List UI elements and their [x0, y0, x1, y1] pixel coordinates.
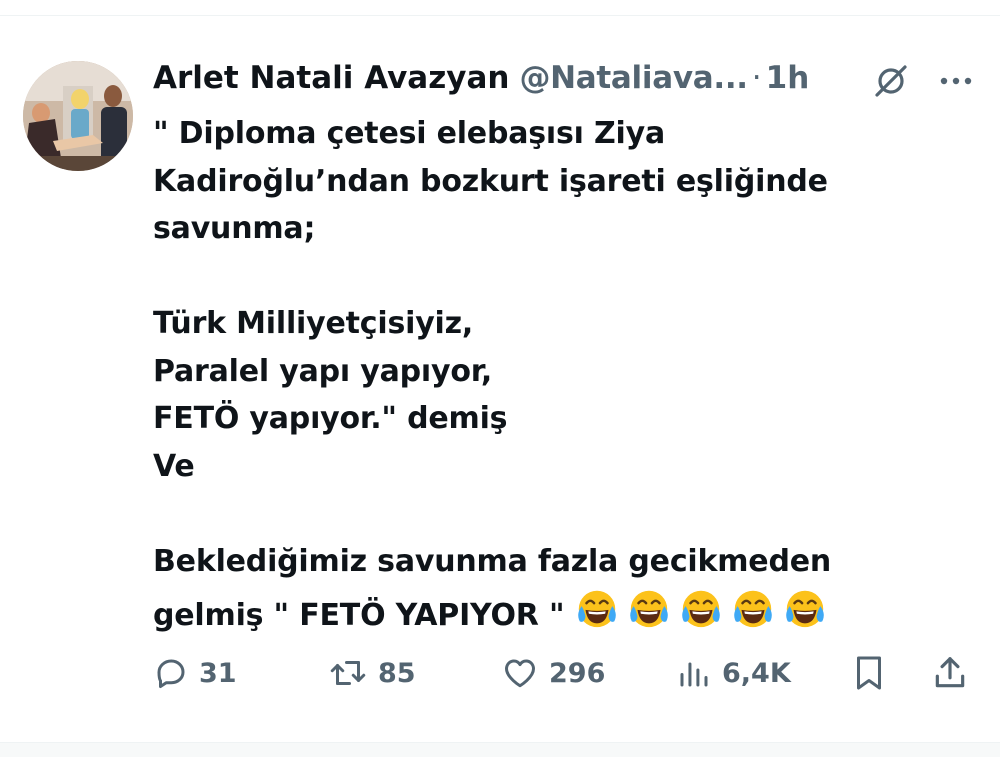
tweet-text-line: savunma;	[153, 211, 316, 246]
tweet-text-line: Paralel yapı yapıyor,	[153, 353, 493, 389]
tweet-text: " Diploma çetesi elebaşısı Ziya Kadiroğl…	[153, 110, 973, 633]
handle[interactable]: @Nataliava...	[519, 56, 748, 100]
tweet[interactable]: Arlet Natali Avazyan @Nataliava... · 1h …	[0, 16, 1000, 742]
tweet-text-last-line: gelmiş " FETÖ YAPIYOR "	[153, 585, 973, 633]
bottom-divider	[0, 742, 1000, 757]
more-icon[interactable]	[935, 60, 977, 102]
share-button[interactable]	[931, 648, 969, 698]
tweet-text-line	[153, 253, 973, 301]
views-icon	[680, 662, 708, 687]
reply-count: 31	[199, 657, 237, 689]
like-button[interactable]: 296	[501, 648, 605, 698]
tweet-text-line: Ve	[153, 448, 195, 484]
grok-icon[interactable]	[870, 60, 912, 102]
repost-icon	[330, 661, 366, 685]
heart-icon	[505, 659, 535, 688]
tweet-text-line: Türk Milliyetçisiyiz,	[153, 306, 474, 341]
face-with-tears-of-joy-icon	[782, 585, 828, 631]
tweet-text-line: gelmiş " FETÖ YAPIYOR "	[153, 598, 565, 633]
share-icon	[935, 657, 965, 688]
bookmark-button[interactable]	[851, 648, 887, 698]
top-divider	[0, 0, 1000, 16]
emoji-row	[574, 585, 828, 631]
repost-button[interactable]: 85	[328, 648, 416, 698]
display-name[interactable]: Arlet Natali Avazyan	[153, 56, 509, 100]
face-with-tears-of-joy-icon	[730, 585, 776, 631]
reply-button[interactable]: 31	[153, 648, 237, 698]
views-button[interactable]: 6,4K	[676, 648, 791, 698]
like-count: 296	[549, 657, 606, 689]
face-with-tears-of-joy-icon	[626, 585, 672, 631]
action-bar: 31 85 296 6,4K	[153, 648, 973, 698]
timestamp[interactable]: 1h	[766, 56, 810, 100]
reply-icon	[157, 659, 185, 688]
tweet-text-line: " Diploma çetesi elebaşısı Ziya	[153, 116, 666, 151]
repost-count: 85	[378, 657, 416, 689]
profile-photo	[23, 61, 133, 171]
face-with-tears-of-joy-icon	[574, 585, 620, 631]
separator: ·	[751, 60, 762, 96]
tweet-text-line	[153, 490, 973, 538]
tweet-text-line: Beklediğimiz savunma fazla gecikmeden	[153, 543, 832, 579]
tweet-text-line: FETÖ yapıyor." demiş	[153, 401, 508, 436]
tweet-header: Arlet Natali Avazyan @Nataliava... · 1h	[153, 56, 809, 100]
face-with-tears-of-joy-icon	[678, 585, 724, 631]
bookmark-icon	[857, 656, 881, 690]
tweet-text-line: Kadiroğlu’ndan bozkurt işareti eşliğinde	[153, 163, 828, 199]
views-count: 6,4K	[722, 657, 791, 689]
avatar[interactable]	[23, 61, 133, 171]
